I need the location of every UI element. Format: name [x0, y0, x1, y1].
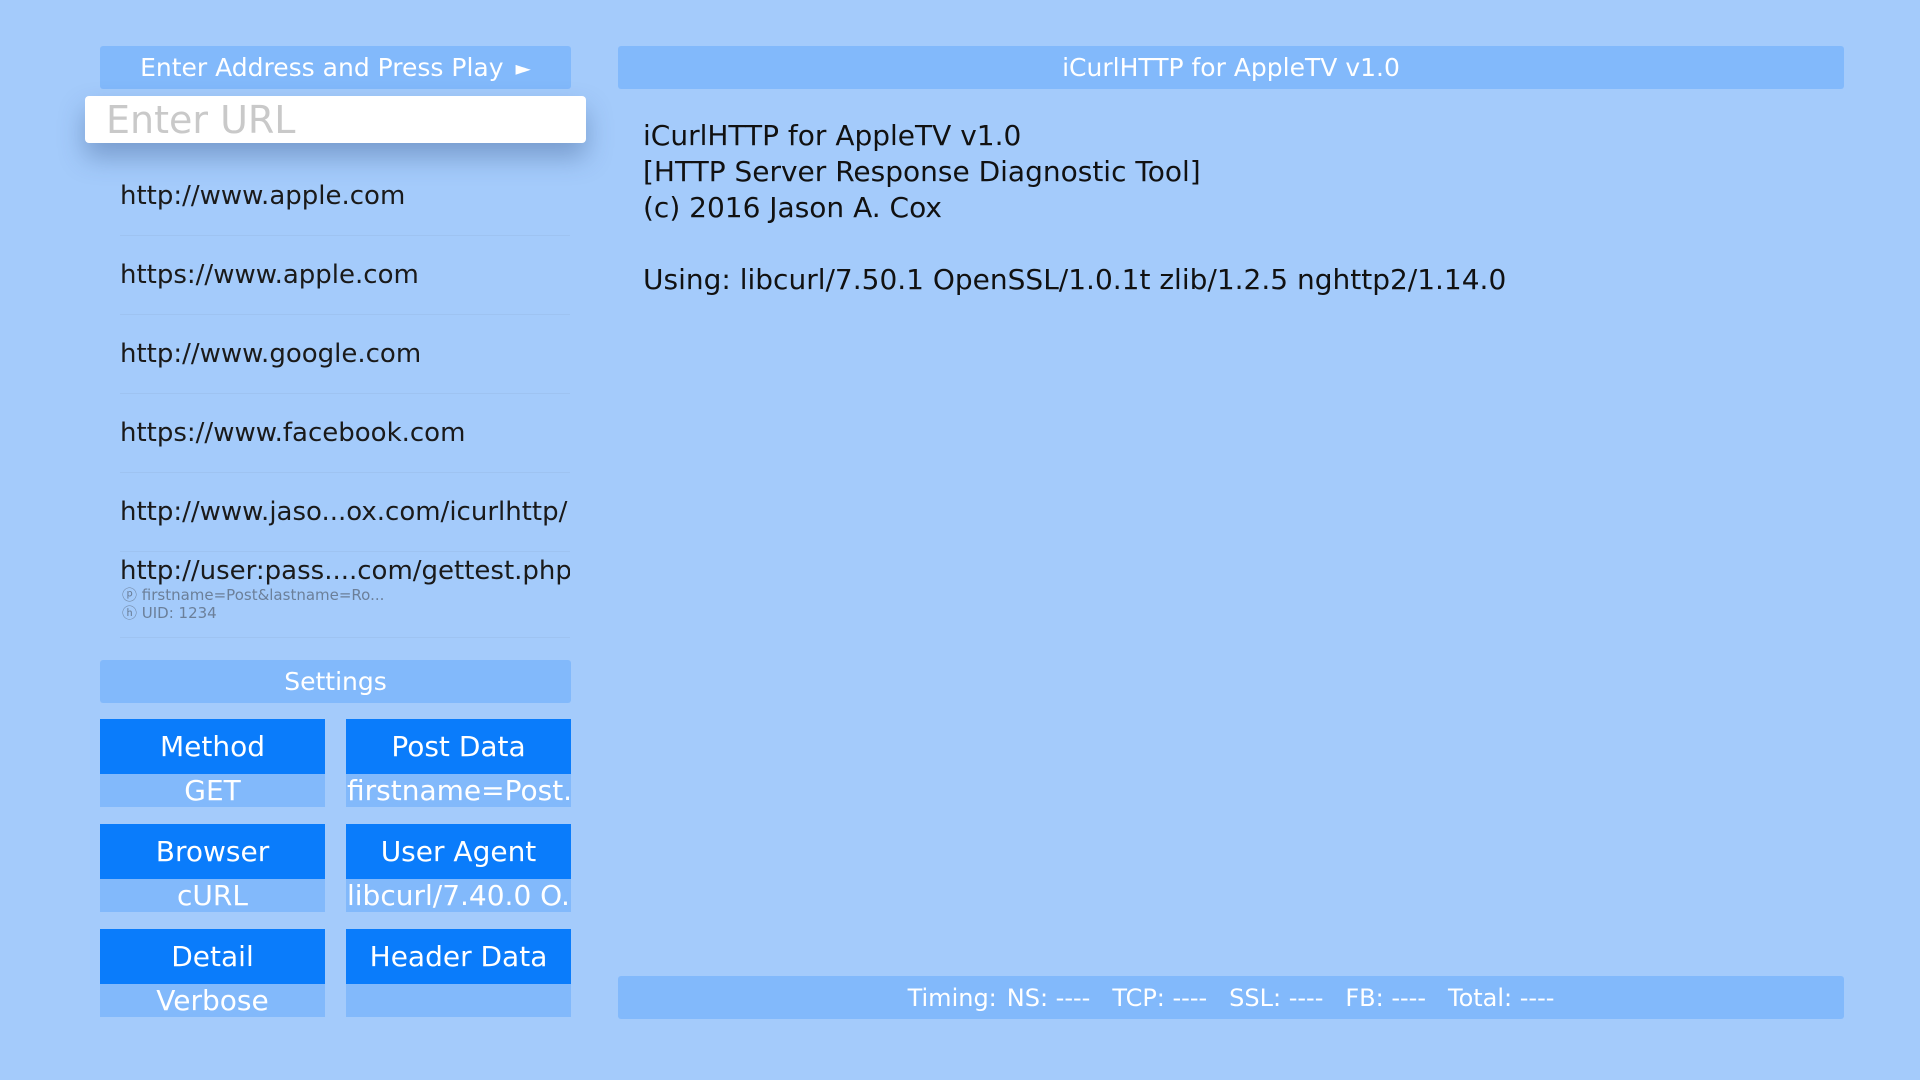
history-item[interactable]: http://www.jaso...ox.com/icurlhttp/ — [120, 473, 570, 552]
timing-ns: NS: ---- — [1006, 983, 1091, 1012]
header-data-value — [346, 984, 571, 1017]
output-blank-line — [643, 226, 1823, 262]
timing-tcp: TCP: ---- — [1112, 983, 1208, 1012]
settings-header-label: Settings — [284, 667, 387, 696]
output-line: [HTTP Server Response Diagnostic Tool] — [643, 155, 1201, 188]
timing-ssl: SSL: ---- — [1229, 983, 1324, 1012]
url-entry-header-label: Enter Address and Press Play — [140, 53, 504, 82]
response-output: iCurlHTTP for AppleTV v1.0 [HTTP Server … — [643, 118, 1823, 298]
user-agent-button[interactable]: User Agent — [346, 824, 571, 879]
url-entry-header: Enter Address and Press Play ► — [100, 46, 571, 89]
method-value: GET — [100, 774, 325, 807]
history-item-url: http://www.google.com — [120, 339, 422, 369]
detail-setting: Detail Verbose — [100, 929, 325, 1017]
settings-header: Settings — [100, 660, 571, 703]
history-item-header-data: ⓗ UID: 1234 — [122, 604, 217, 622]
app-title: iCurlHTTP for AppleTV v1.0 — [1062, 53, 1400, 82]
history-item[interactable]: http://user:pass....com/gettest.php ⓟ fi… — [120, 552, 570, 638]
method-button[interactable]: Method — [100, 719, 325, 774]
history-item-url: https://www.facebook.com — [120, 418, 466, 448]
url-history-list: http://www.apple.com https://www.apple.c… — [120, 157, 570, 638]
post-data-button[interactable]: Post Data — [346, 719, 571, 774]
history-item[interactable]: https://www.apple.com — [120, 236, 570, 315]
output-line: (c) 2016 Jason A. Cox — [643, 191, 942, 224]
history-item[interactable]: http://www.apple.com — [120, 157, 570, 236]
output-line: Using: libcurl/7.50.1 OpenSSL/1.0.1t zli… — [643, 263, 1507, 296]
detail-button[interactable]: Detail — [100, 929, 325, 984]
app-title-bar: iCurlHTTP for AppleTV v1.0 — [618, 46, 1844, 89]
timing-fb: FB: ---- — [1345, 983, 1426, 1012]
header-data-setting: Header Data — [346, 929, 571, 1017]
user-agent-value: libcurl/7.40.0 O... — [346, 879, 571, 912]
detail-value: Verbose — [100, 984, 325, 1017]
header-data-button[interactable]: Header Data — [346, 929, 571, 984]
url-input[interactable] — [85, 96, 586, 143]
history-item-url: http://user:pass....com/gettest.php — [120, 556, 570, 586]
history-item-url: http://www.apple.com — [120, 181, 406, 211]
post-data-value: firstname=Post... — [346, 774, 571, 807]
browser-value: cURL — [100, 879, 325, 912]
history-item-url: http://www.jaso...ox.com/icurlhttp/ — [120, 497, 568, 527]
history-item-post-data: ⓟ firstname=Post&lastname=Ro... — [122, 586, 385, 604]
browser-setting: Browser cURL — [100, 824, 325, 912]
user-agent-setting: User Agent libcurl/7.40.0 O... — [346, 824, 571, 912]
history-item-url: https://www.apple.com — [120, 260, 419, 290]
history-item[interactable]: http://www.google.com — [120, 315, 570, 394]
browser-button[interactable]: Browser — [100, 824, 325, 879]
output-line: iCurlHTTP for AppleTV v1.0 — [643, 119, 1022, 152]
history-item[interactable]: https://www.facebook.com — [120, 394, 570, 473]
play-icon[interactable]: ► — [516, 56, 531, 80]
timing-bar: Timing: NS: ---- TCP: ---- SSL: ---- FB:… — [618, 976, 1844, 1019]
post-data-setting: Post Data firstname=Post... — [346, 719, 571, 807]
timing-label: Timing: — [907, 983, 997, 1012]
timing-total: Total: ---- — [1447, 983, 1555, 1012]
method-setting: Method GET — [100, 719, 325, 807]
